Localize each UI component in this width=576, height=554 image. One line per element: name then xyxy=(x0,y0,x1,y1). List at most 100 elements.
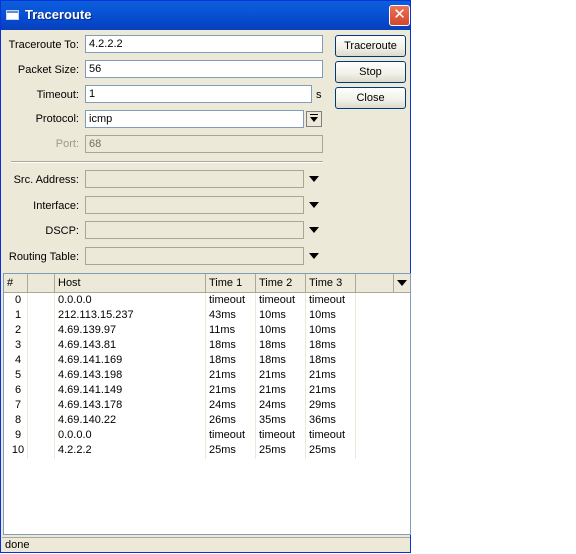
hop-number: 0 xyxy=(14,294,22,306)
src-address-label: Src. Address: xyxy=(13,174,79,186)
column-header-time3[interactable]: Time 3 xyxy=(306,274,356,292)
hop-time2: timeout xyxy=(259,429,296,441)
table-row[interactable]: 2 4.69.139.97 11ms 10ms 10ms xyxy=(4,323,410,338)
dscp-label: DSCP: xyxy=(45,225,79,237)
protocol-label: Protocol: xyxy=(35,113,79,125)
title-bar[interactable]: Traceroute ✕ xyxy=(1,1,410,30)
routing-table-input[interactable] xyxy=(85,247,304,265)
hop-time2: 21ms xyxy=(259,384,286,396)
timeout-unit: s xyxy=(316,89,322,101)
hop-time2: 10ms xyxy=(259,324,286,336)
hop-number: 7 xyxy=(14,399,22,411)
hop-host: 0.0.0.0 xyxy=(58,294,92,306)
hop-number: 9 xyxy=(14,429,22,441)
hop-host: 4.69.143.178 xyxy=(58,399,123,411)
table-row[interactable]: 0 0.0.0.0 timeout timeout timeout xyxy=(4,293,410,308)
column-header-host[interactable]: Host xyxy=(55,274,206,292)
column-header-time1[interactable]: Time 1 xyxy=(206,274,256,292)
table-row[interactable]: 10 4.2.2.2 25ms 25ms 25ms xyxy=(4,443,410,458)
chevron-down-icon[interactable] xyxy=(306,111,322,127)
table-row[interactable]: 1 212.113.15.237 43ms 10ms 10ms xyxy=(4,308,410,323)
port-input[interactable]: 68 xyxy=(85,135,323,153)
status-bar: done xyxy=(2,537,410,553)
hop-host: 4.69.141.169 xyxy=(58,354,123,366)
hop-time3: 18ms xyxy=(309,354,336,366)
hop-time1: timeout xyxy=(209,294,246,306)
hop-number: 1 xyxy=(14,309,22,321)
column-header-number[interactable]: # xyxy=(4,274,28,292)
hop-number: 3 xyxy=(14,339,22,351)
hop-number: 6 xyxy=(14,384,22,396)
port-label: Port: xyxy=(55,138,79,150)
window-icon xyxy=(6,10,19,20)
hop-time3: 10ms xyxy=(309,309,336,321)
packet-size-input[interactable]: 56 xyxy=(85,60,323,78)
window-title: Traceroute xyxy=(25,7,92,22)
traceroute-button[interactable]: Traceroute xyxy=(335,35,406,57)
hop-number: 4 xyxy=(14,354,22,366)
hop-host: 0.0.0.0 xyxy=(58,429,92,441)
routing-table-label: Routing Table: xyxy=(8,251,79,263)
hop-time3: timeout xyxy=(309,429,346,441)
hop-time3: 36ms xyxy=(309,414,336,426)
hop-time1: 26ms xyxy=(209,414,236,426)
interface-input[interactable] xyxy=(85,196,304,214)
traceroute-to-label: Traceroute To: xyxy=(8,39,79,51)
column-header-spacer xyxy=(356,274,394,292)
traceroute-to-input[interactable]: 4.2.2.2 xyxy=(85,35,323,53)
hop-time3: 10ms xyxy=(309,324,336,336)
table-row[interactable]: 4 4.69.141.169 18ms 18ms 18ms xyxy=(4,353,410,368)
hop-number: 8 xyxy=(14,414,22,426)
hop-number: 10 xyxy=(11,444,25,456)
hop-host: 4.69.143.198 xyxy=(58,369,123,381)
hop-time1: 21ms xyxy=(209,369,236,381)
column-header-blank[interactable] xyxy=(28,274,55,292)
hop-time1: 18ms xyxy=(209,354,236,366)
chevron-down-icon[interactable] xyxy=(309,253,319,259)
hop-time1: 21ms xyxy=(209,384,236,396)
hop-time1: 18ms xyxy=(209,339,236,351)
hop-time2: 10ms xyxy=(259,309,286,321)
timeout-label: Timeout: xyxy=(36,89,79,101)
hop-number: 5 xyxy=(14,369,22,381)
column-divider xyxy=(205,293,206,459)
close-button[interactable]: Close xyxy=(335,87,406,109)
chevron-down-icon[interactable] xyxy=(397,280,407,286)
hop-time2: timeout xyxy=(259,294,296,306)
stop-button[interactable]: Stop xyxy=(335,61,406,83)
close-icon[interactable]: ✕ xyxy=(389,5,410,26)
hop-host: 4.69.141.149 xyxy=(58,384,123,396)
hop-time2: 21ms xyxy=(259,369,286,381)
table-row[interactable]: 5 4.69.143.198 21ms 21ms 21ms xyxy=(4,368,410,383)
hop-time2: 35ms xyxy=(259,414,286,426)
results-table: # Host Time 1 Time 2 Time 3 0 0.0.0.0 time… xyxy=(3,273,411,535)
column-divider xyxy=(355,293,356,459)
divider xyxy=(11,161,323,163)
hop-number: 2 xyxy=(14,324,22,336)
hop-time1: 43ms xyxy=(209,309,236,321)
table-row[interactable]: 3 4.69.143.81 18ms 18ms 18ms xyxy=(4,338,410,353)
hop-host: 4.2.2.2 xyxy=(58,444,92,456)
table-row[interactable]: 9 0.0.0.0 timeout timeout timeout xyxy=(4,428,410,443)
chevron-down-icon[interactable] xyxy=(309,176,319,182)
hop-time1: 24ms xyxy=(209,399,236,411)
dscp-input[interactable] xyxy=(85,221,304,239)
timeout-input[interactable]: 1 xyxy=(85,85,312,103)
src-address-input[interactable] xyxy=(85,170,304,188)
hop-host: 4.69.140.22 xyxy=(58,414,117,426)
table-row[interactable]: 6 4.69.141.149 21ms 21ms 21ms xyxy=(4,383,410,398)
column-divider xyxy=(54,293,55,459)
hop-time2: 24ms xyxy=(259,399,286,411)
hop-time3: timeout xyxy=(309,294,346,306)
column-header-time2[interactable]: Time 2 xyxy=(256,274,306,292)
hop-time3: 25ms xyxy=(309,444,336,456)
column-divider xyxy=(305,293,306,459)
protocol-select[interactable]: icmp xyxy=(85,110,304,128)
table-row[interactable]: 8 4.69.140.22 26ms 35ms 36ms xyxy=(4,413,410,428)
hop-time3: 21ms xyxy=(309,369,336,381)
hop-host: 4.69.139.97 xyxy=(58,324,117,336)
traceroute-window: Traceroute ✕ Traceroute To: 4.2.2.2 Pack… xyxy=(0,0,411,553)
table-row[interactable]: 7 4.69.143.178 24ms 24ms 29ms xyxy=(4,398,410,413)
chevron-down-icon[interactable] xyxy=(309,227,319,233)
chevron-down-icon[interactable] xyxy=(309,202,319,208)
